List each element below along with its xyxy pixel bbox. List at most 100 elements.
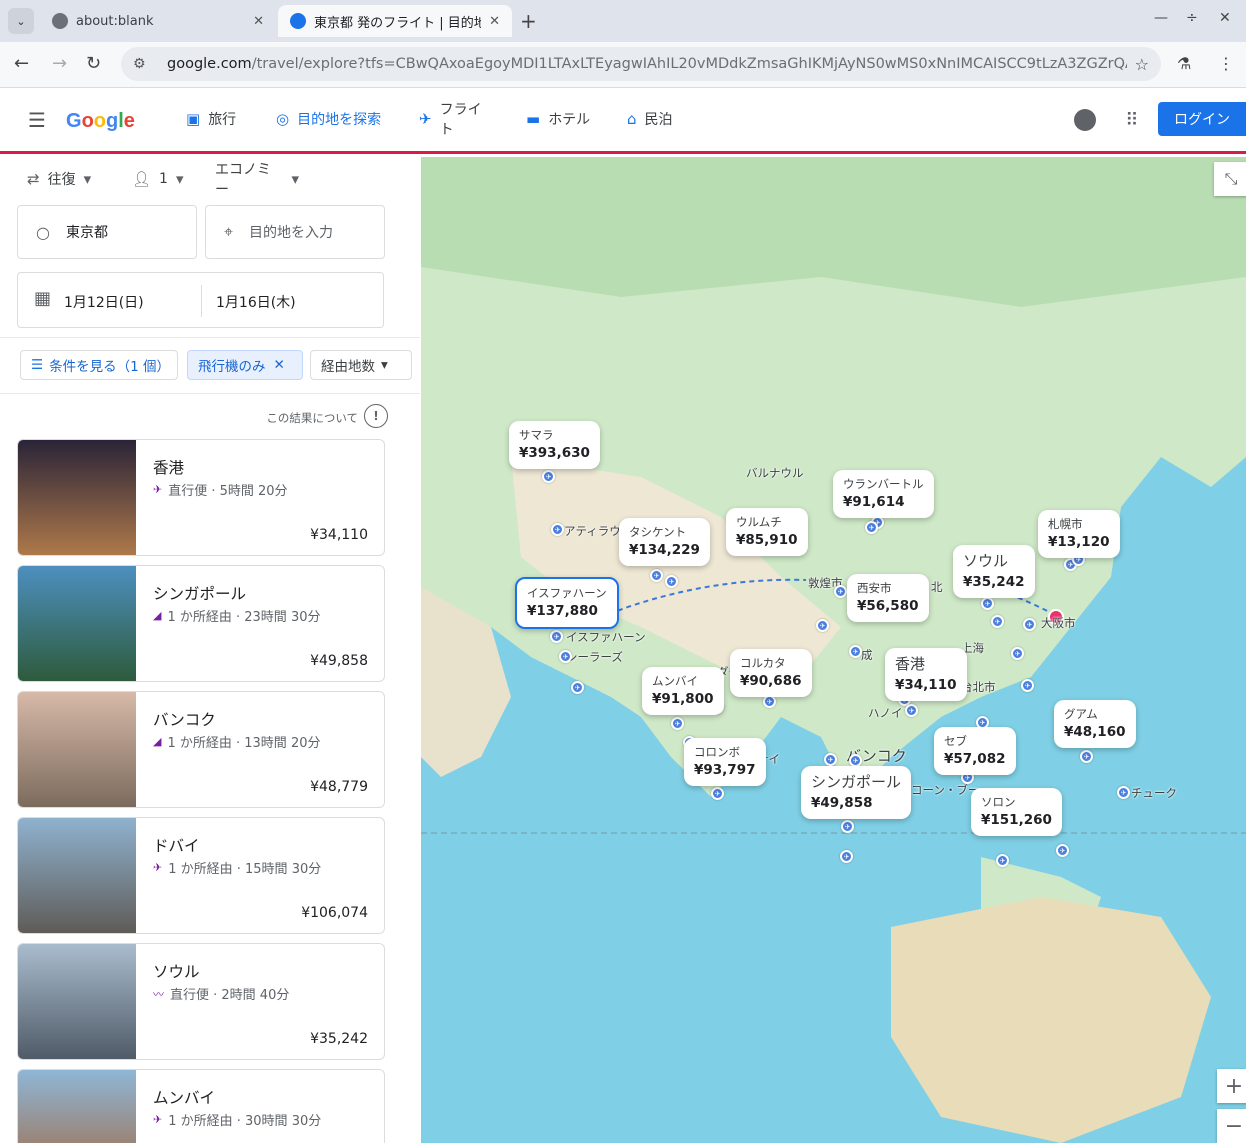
explore-map[interactable]: 大阪市 バルナウル アティラウ 敦煌市 上海 台北市 ハノイ バンコク コーン・… <box>421 157 1246 1143</box>
airport-plane-icon[interactable]: ✈ <box>542 470 555 483</box>
map-price-pin[interactable]: サマラ ¥393,630 <box>509 421 600 470</box>
result-city: ムンバイ <box>153 1089 216 1107</box>
nav-explore[interactable]: ◎ 目的地を探索 <box>264 100 398 138</box>
close-tab-icon[interactable]: ✕ <box>253 14 264 29</box>
pin-city: セブ <box>944 734 967 748</box>
window-close-icon[interactable]: ✕ <box>1219 10 1231 26</box>
airport-plane-icon[interactable]: ✈ <box>571 681 584 694</box>
airport-plane-icon[interactable]: ✈ <box>816 619 829 632</box>
map-label: 北 <box>931 580 943 594</box>
airport-plane-icon[interactable]: ✈ <box>1023 618 1036 631</box>
zoom-out-button[interactable]: − <box>1217 1109 1246 1143</box>
nav-vacation-rentals[interactable]: ⌂ 民泊 <box>615 100 697 138</box>
airport-plane-icon[interactable]: ✈ <box>1117 786 1130 799</box>
url-host: google.com <box>167 56 252 72</box>
airport-plane-icon[interactable]: ✈ <box>711 787 724 800</box>
map-price-pin[interactable]: ソロン ¥151,260 <box>971 788 1062 837</box>
map-price-pin[interactable]: セブ ¥57,082 <box>934 727 1016 776</box>
nav-travel[interactable]: ▣ 旅行 <box>174 100 256 138</box>
airport-plane-icon[interactable]: ✈ <box>824 753 837 766</box>
info-icon[interactable]: ! <box>364 404 388 428</box>
map-price-pin[interactable]: イスファハーン ¥137,880 <box>515 577 619 630</box>
map-price-pin[interactable]: ソウル ¥35,242 <box>953 545 1035 599</box>
all-filters-button[interactable]: ☰ 条件を見る（1 個） <box>20 350 178 380</box>
airport-plane-icon[interactable]: ✈ <box>991 615 1004 628</box>
destination-field[interactable]: ⌖ 目的地を入力 <box>205 205 385 259</box>
airport-plane-icon[interactable]: ✈ <box>550 630 563 643</box>
collapse-map-icon[interactable]: ⤡ <box>1214 162 1246 196</box>
map-price-pin[interactable]: コルカタ ¥90,686 <box>730 649 812 698</box>
browser-tab-flights[interactable]: 東京都 発のフライト | 目的地を ✕ <box>278 5 512 37</box>
nav-flights[interactable]: ✈ フライト <box>407 100 505 138</box>
tab-search-button[interactable]: ⌄ <box>8 8 34 34</box>
airport-plane-icon[interactable]: ✈ <box>551 523 564 536</box>
passengers-select[interactable]: 👤︎ 1 ▾ <box>122 163 200 195</box>
map-price-pin[interactable]: ウルムチ ¥85,910 <box>726 508 808 557</box>
airport-plane-icon[interactable]: ✈ <box>665 575 678 588</box>
depart-date-field[interactable]: 1月12日(日) <box>64 292 144 312</box>
airport-plane-icon[interactable]: ✈ <box>996 854 1009 867</box>
browser-menu-icon[interactable]: ⋮ <box>1218 54 1234 73</box>
result-card[interactable]: バンコク ◢ 1 か所経由 · 13時間 20分 ¥48,779 <box>17 691 385 808</box>
theme-toggle[interactable] <box>1070 105 1100 135</box>
map-price-pin[interactable]: 札幌市 ¥13,120 <box>1038 510 1120 559</box>
airport-plane-icon[interactable]: ✈ <box>840 850 853 863</box>
bookmark-star-icon[interactable]: ☆ <box>1135 55 1149 74</box>
airline-logo-icon: ◢ <box>153 735 162 748</box>
airport-plane-icon[interactable]: ✈ <box>905 704 918 717</box>
labs-flask-icon[interactable]: ⚗ <box>1177 54 1191 73</box>
trip-type-select[interactable]: ⇄ 往復 ▾ <box>17 163 117 195</box>
browser-tab-blank[interactable]: about:blank ✕ <box>40 5 276 37</box>
map-label: チューク <box>1131 786 1177 800</box>
map-price-pin[interactable]: 西安市 ¥56,580 <box>847 574 929 623</box>
google-apps-button[interactable]: ⠿ <box>1117 105 1147 135</box>
airport-plane-icon[interactable]: ✈ <box>1021 679 1034 692</box>
airport-plane-icon[interactable]: ✈ <box>650 569 663 582</box>
main-menu-icon[interactable]: ☰ <box>14 97 60 143</box>
nav-hotels[interactable]: ▬ ホテル <box>514 100 606 138</box>
result-card[interactable]: ドバイ ✈ 1 か所経由 · 15時間 30分 ¥106,074 <box>17 817 385 934</box>
map-price-pin[interactable]: ムンバイ ¥91,800 <box>642 667 724 716</box>
airport-plane-icon[interactable]: ✈ <box>671 717 684 730</box>
airport-plane-icon[interactable]: ✈ <box>865 521 878 534</box>
planes-only-filter[interactable]: 飛行機のみ ✕ <box>187 350 303 380</box>
airport-plane-icon[interactable]: ✈ <box>849 645 862 658</box>
back-icon[interactable]: ← <box>14 53 29 74</box>
map-price-pin[interactable]: 香港 ¥34,110 <box>885 648 967 702</box>
forward-icon[interactable]: → <box>52 53 67 74</box>
stops-filter[interactable]: 経由地数 ▾ <box>310 350 412 380</box>
airport-plane-icon[interactable]: ✈ <box>981 597 994 610</box>
airline-logo-icon: 〰 <box>153 987 164 1001</box>
result-card[interactable]: 香港 ✈ 直行便 · 5時間 20分 ¥34,110 <box>17 439 385 556</box>
map-price-pin[interactable]: タシケント ¥134,229 <box>619 518 710 567</box>
result-card[interactable]: シンガポール ◢ 1 か所経由 · 23時間 30分 ¥49,858 <box>17 565 385 682</box>
site-info-icon[interactable]: ⚙ <box>133 56 153 72</box>
map-label: 成 <box>861 648 873 662</box>
login-button[interactable]: ログイン <box>1158 102 1246 136</box>
result-card[interactable]: ムンバイ ✈ 1 か所経由 · 30時間 30分 <box>17 1069 385 1143</box>
reload-icon[interactable]: ↻ <box>86 53 101 74</box>
result-card[interactable]: ソウル〰直行便 · 2時間 40分 ¥35,242 <box>17 943 385 1060</box>
close-tab-icon[interactable]: ✕ <box>489 14 500 29</box>
airport-plane-icon[interactable]: ✈ <box>1056 844 1069 857</box>
origin-field[interactable]: ○ 東京都 <box>17 205 197 259</box>
map-price-pin[interactable]: シンガポール ¥49,858 <box>801 766 912 820</box>
zoom-in-button[interactable]: + <box>1217 1069 1246 1103</box>
return-date-field[interactable]: 1月16日(木) <box>216 292 296 312</box>
google-logo[interactable]: Google <box>66 110 135 133</box>
map-price-pin[interactable]: コロンボ ¥93,797 <box>684 738 766 787</box>
map-price-pin[interactable]: グアム ¥48,160 <box>1054 700 1136 749</box>
map-price-pin[interactable]: ウランバートル ¥91,614 <box>833 470 934 519</box>
airport-plane-icon[interactable]: ✈ <box>1080 750 1093 763</box>
restore-icon[interactable]: ÷ <box>1186 10 1198 26</box>
airport-plane-icon[interactable]: ✈ <box>1011 647 1024 660</box>
pin-price: ¥91,614 <box>843 493 905 510</box>
clear-filter-icon[interactable]: ✕ <box>274 357 285 373</box>
airport-plane-icon[interactable]: ✈ <box>841 820 854 833</box>
airport-plane-icon[interactable]: ✈ <box>834 585 847 598</box>
minimize-icon[interactable]: — <box>1154 10 1168 26</box>
airport-plane-icon[interactable]: ✈ <box>559 650 572 663</box>
new-tab-icon[interactable]: + <box>520 9 537 33</box>
cabin-select[interactable]: エコノミー ▾ <box>205 162 309 198</box>
address-bar[interactable]: ⚙ google.com /travel/explore?tfs=CBwQAxo… <box>121 47 1161 81</box>
